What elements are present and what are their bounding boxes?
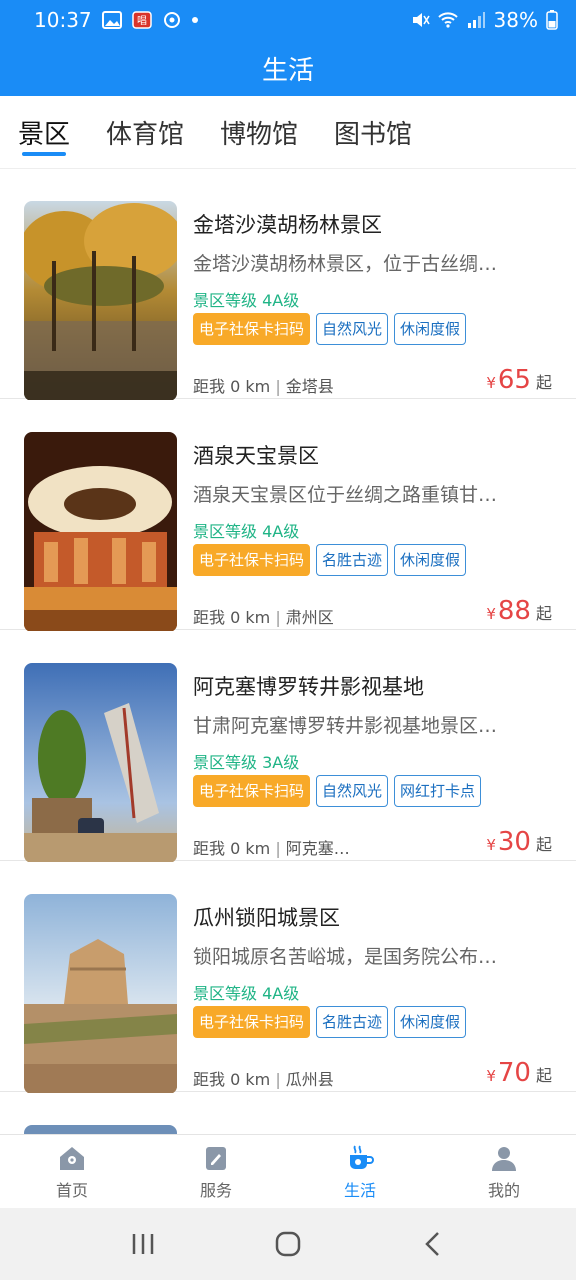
tag-group: 电子社保卡扫码 名胜古迹 休闲度假 (193, 544, 467, 576)
distance-location: 距我 0 km | 肃州区 (193, 608, 334, 627)
scenic-thumbnail (24, 432, 177, 632)
list-item[interactable]: 瓜州锁阳城景区 锁阳城原名苦峪城，是国务院公布… 景区等级 4A级 电子社保卡扫… (0, 862, 576, 1094)
scenic-level: 景区等级 4A级 (193, 984, 300, 1003)
tag: 休闲度假 (394, 1006, 467, 1038)
tag-social-card: 电子社保卡扫码 (193, 313, 311, 345)
scenic-title: 金塔沙漠胡杨林景区 (193, 213, 382, 237)
list-item[interactable]: 酒泉天宝景区 酒泉天宝景区位于丝绸之路重镇甘… 景区等级 4A级 电子社保卡扫码… (0, 400, 576, 632)
scenic-level: 景区等级 3A级 (193, 753, 300, 772)
tag: 休闲度假 (394, 544, 467, 576)
tab-stadium[interactable]: 体育馆 (106, 96, 184, 168)
scenic-level: 景区等级 4A级 (193, 522, 300, 541)
battery-icon (546, 10, 558, 30)
price: ¥70 起 (486, 1058, 552, 1088)
scenic-thumbnail (24, 201, 177, 401)
nav-life[interactable]: 生活 (288, 1135, 432, 1208)
svg-text:唱: 唱 (137, 15, 147, 27)
scenic-thumbnail (24, 894, 177, 1094)
back-button[interactable] (413, 1224, 453, 1264)
tag: 名胜古迹 (316, 544, 389, 576)
recent-apps-button[interactable] (123, 1224, 163, 1264)
clipboard-icon (206, 1146, 226, 1170)
notification-app-icon: 唱 (131, 11, 152, 29)
scenic-description: 金塔沙漠胡杨林景区，位于古丝绸… (193, 253, 498, 275)
list-item[interactable]: 阿克塞博罗转井影视基地 甘肃阿克塞博罗转井影视基地景区… 景区等级 3A级 电子… (0, 631, 576, 863)
tag: 自然风光 (316, 775, 389, 807)
list-item[interactable]: 金塔沙漠胡杨林景区 金塔沙漠胡杨林景区，位于古丝绸… 景区等级 4A级 电子社保… (0, 169, 576, 401)
tab-library[interactable]: 图书馆 (334, 96, 412, 168)
status-time: 10:37 (34, 8, 92, 32)
scenic-description: 甘肃阿克塞博罗转井影视基地景区… (193, 715, 498, 737)
tag-social-card: 电子社保卡扫码 (193, 544, 311, 576)
battery-percent: 38% (493, 8, 538, 32)
tab-museum[interactable]: 博物馆 (220, 96, 298, 168)
scenic-list[interactable]: 金塔沙漠胡杨林景区 金塔沙漠胡杨林景区，位于古丝绸… 景区等级 4A级 电子社保… (0, 168, 576, 1134)
scenic-description: 酒泉天宝景区位于丝绸之路重镇甘… (193, 484, 498, 506)
tag: 自然风光 (316, 313, 389, 345)
recent-apps-icon (132, 1234, 153, 1254)
gallery-icon (101, 11, 122, 29)
scenic-description: 锁阳城原名苦峪城，是国务院公布… (193, 946, 498, 968)
home-button[interactable] (268, 1224, 308, 1264)
dot-icon (191, 17, 198, 23)
bottom-navigation: 首页 服务 生活 我的 (0, 1134, 576, 1208)
nav-service[interactable]: 服务 (144, 1135, 288, 1208)
tag-group: 电子社保卡扫码 自然风光 网红打卡点 (193, 775, 482, 807)
scenic-title: 阿克塞博罗转井影视基地 (193, 675, 424, 699)
user-icon (492, 1146, 516, 1171)
nav-mine[interactable]: 我的 (432, 1135, 576, 1208)
system-navigation-bar (0, 1208, 576, 1280)
coffee-cup-icon (350, 1145, 374, 1169)
nav-home[interactable]: 首页 (0, 1135, 144, 1208)
mute-icon (412, 13, 430, 27)
list-item[interactable] (0, 1093, 576, 1134)
app-bar: 生活 (0, 40, 576, 96)
page-title: 生活 (261, 55, 314, 86)
distance-location: 距我 0 km | 瓜州县 (193, 1070, 334, 1089)
tag: 休闲度假 (394, 313, 467, 345)
scenic-thumbnail (24, 663, 177, 863)
tab-scenic[interactable]: 景区 (18, 96, 70, 168)
distance-location: 距我 0 km | 金塔县 (193, 377, 334, 396)
tag-group: 电子社保卡扫码 自然风光 休闲度假 (193, 313, 467, 345)
scenic-level: 景区等级 4A级 (193, 291, 300, 310)
sync-icon (163, 12, 180, 28)
home-circle-icon (275, 1231, 301, 1257)
tag: 名胜古迹 (316, 1006, 389, 1038)
signal-icon (467, 12, 485, 28)
category-tabs: 景区 体育馆 博物馆 图书馆 (0, 96, 576, 168)
scenic-thumbnail (24, 1125, 177, 1134)
scenic-title: 酒泉天宝景区 (193, 444, 319, 468)
tag-social-card: 电子社保卡扫码 (193, 1006, 311, 1038)
tag-social-card: 电子社保卡扫码 (193, 775, 311, 807)
status-bar: 10:37 唱 38% (0, 0, 576, 40)
scenic-title: 瓜州锁阳城景区 (193, 906, 340, 930)
tag-group: 电子社保卡扫码 名胜古迹 休闲度假 (193, 1006, 467, 1038)
distance-location: 距我 0 km | 阿克塞… (193, 839, 350, 858)
price: ¥30 起 (486, 827, 552, 857)
wifi-icon (437, 12, 458, 28)
back-chevron-icon (425, 1232, 440, 1256)
price: ¥88 起 (486, 596, 552, 626)
price: ¥65 起 (486, 365, 552, 395)
tag: 网红打卡点 (394, 775, 482, 807)
home-icon (60, 1146, 84, 1170)
